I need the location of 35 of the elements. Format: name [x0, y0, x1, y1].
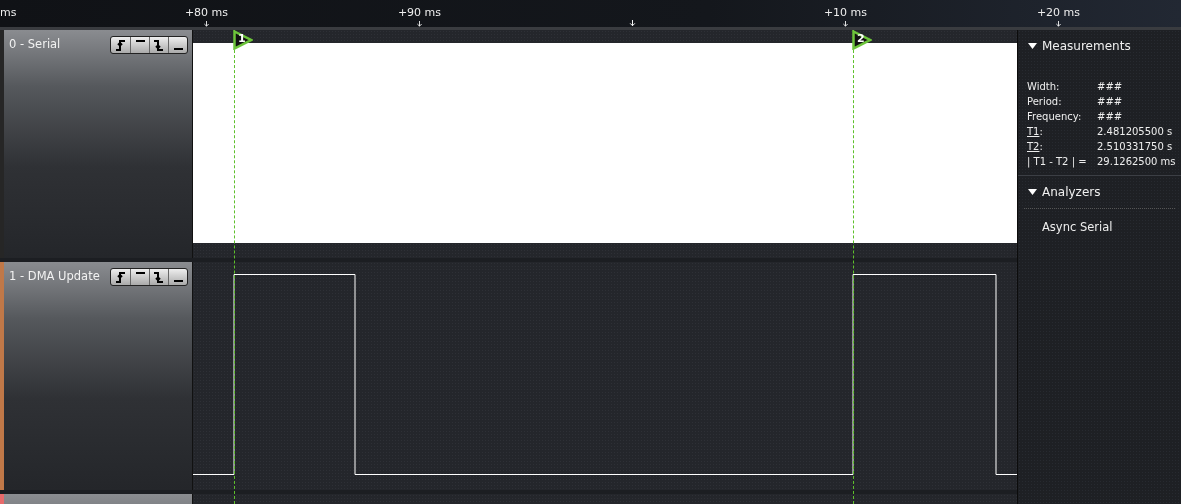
measurement-value: 2.481205500 s — [1097, 125, 1174, 139]
cursor-number: 1 — [238, 33, 246, 45]
tick-arrow-icon — [1055, 21, 1062, 27]
rising-edge-icon — [115, 39, 126, 51]
tick-arrow-icon — [203, 21, 210, 27]
analyzers-header[interactable]: Analyzers — [1018, 176, 1181, 208]
collapse-triangle-icon — [1028, 43, 1037, 49]
measurements-header[interactable]: Measurements — [1018, 30, 1181, 62]
falling-edge-icon — [154, 271, 164, 283]
rising-edge-icon — [115, 271, 126, 283]
measurement-value: ### — [1097, 110, 1124, 124]
measurement-label: Width: — [1027, 80, 1061, 94]
collapse-triangle-icon — [1028, 189, 1037, 195]
measurement-value: ### — [1097, 80, 1124, 94]
falling-edge-icon — [154, 39, 164, 51]
ruler-label: +90 ms — [397, 6, 442, 20]
measurement-label[interactable]: T1: — [1027, 125, 1097, 139]
measurement-value: 2.510331750 s — [1097, 140, 1174, 154]
measurement-label: Frequency: — [1027, 110, 1083, 124]
ruler-label: +10 ms — [823, 6, 868, 20]
channel-name: 1 - DMA Update — [9, 268, 100, 285]
analyzer-item[interactable]: Async Serial — [1018, 209, 1181, 247]
cursor-number: 2 — [857, 33, 865, 45]
measurement-value: 29.1262500 ms — [1097, 155, 1177, 169]
tick-arrow-icon — [842, 21, 849, 27]
measurement-label[interactable]: T2: — [1027, 140, 1097, 154]
ruler-label: +20 ms — [1036, 6, 1081, 20]
measurement-value: ### — [1097, 95, 1124, 109]
ruler-label: +80 ms — [184, 6, 229, 20]
measurement-label: | T1 - T2 | = — [1027, 155, 1088, 169]
tick-arrow-icon — [629, 20, 636, 27]
measurement-label: Period: — [1027, 95, 1063, 109]
channel-name: 0 - Serial — [9, 36, 61, 53]
ruler-label: ms — [0, 5, 17, 20]
tick-arrow-icon — [416, 21, 423, 27]
